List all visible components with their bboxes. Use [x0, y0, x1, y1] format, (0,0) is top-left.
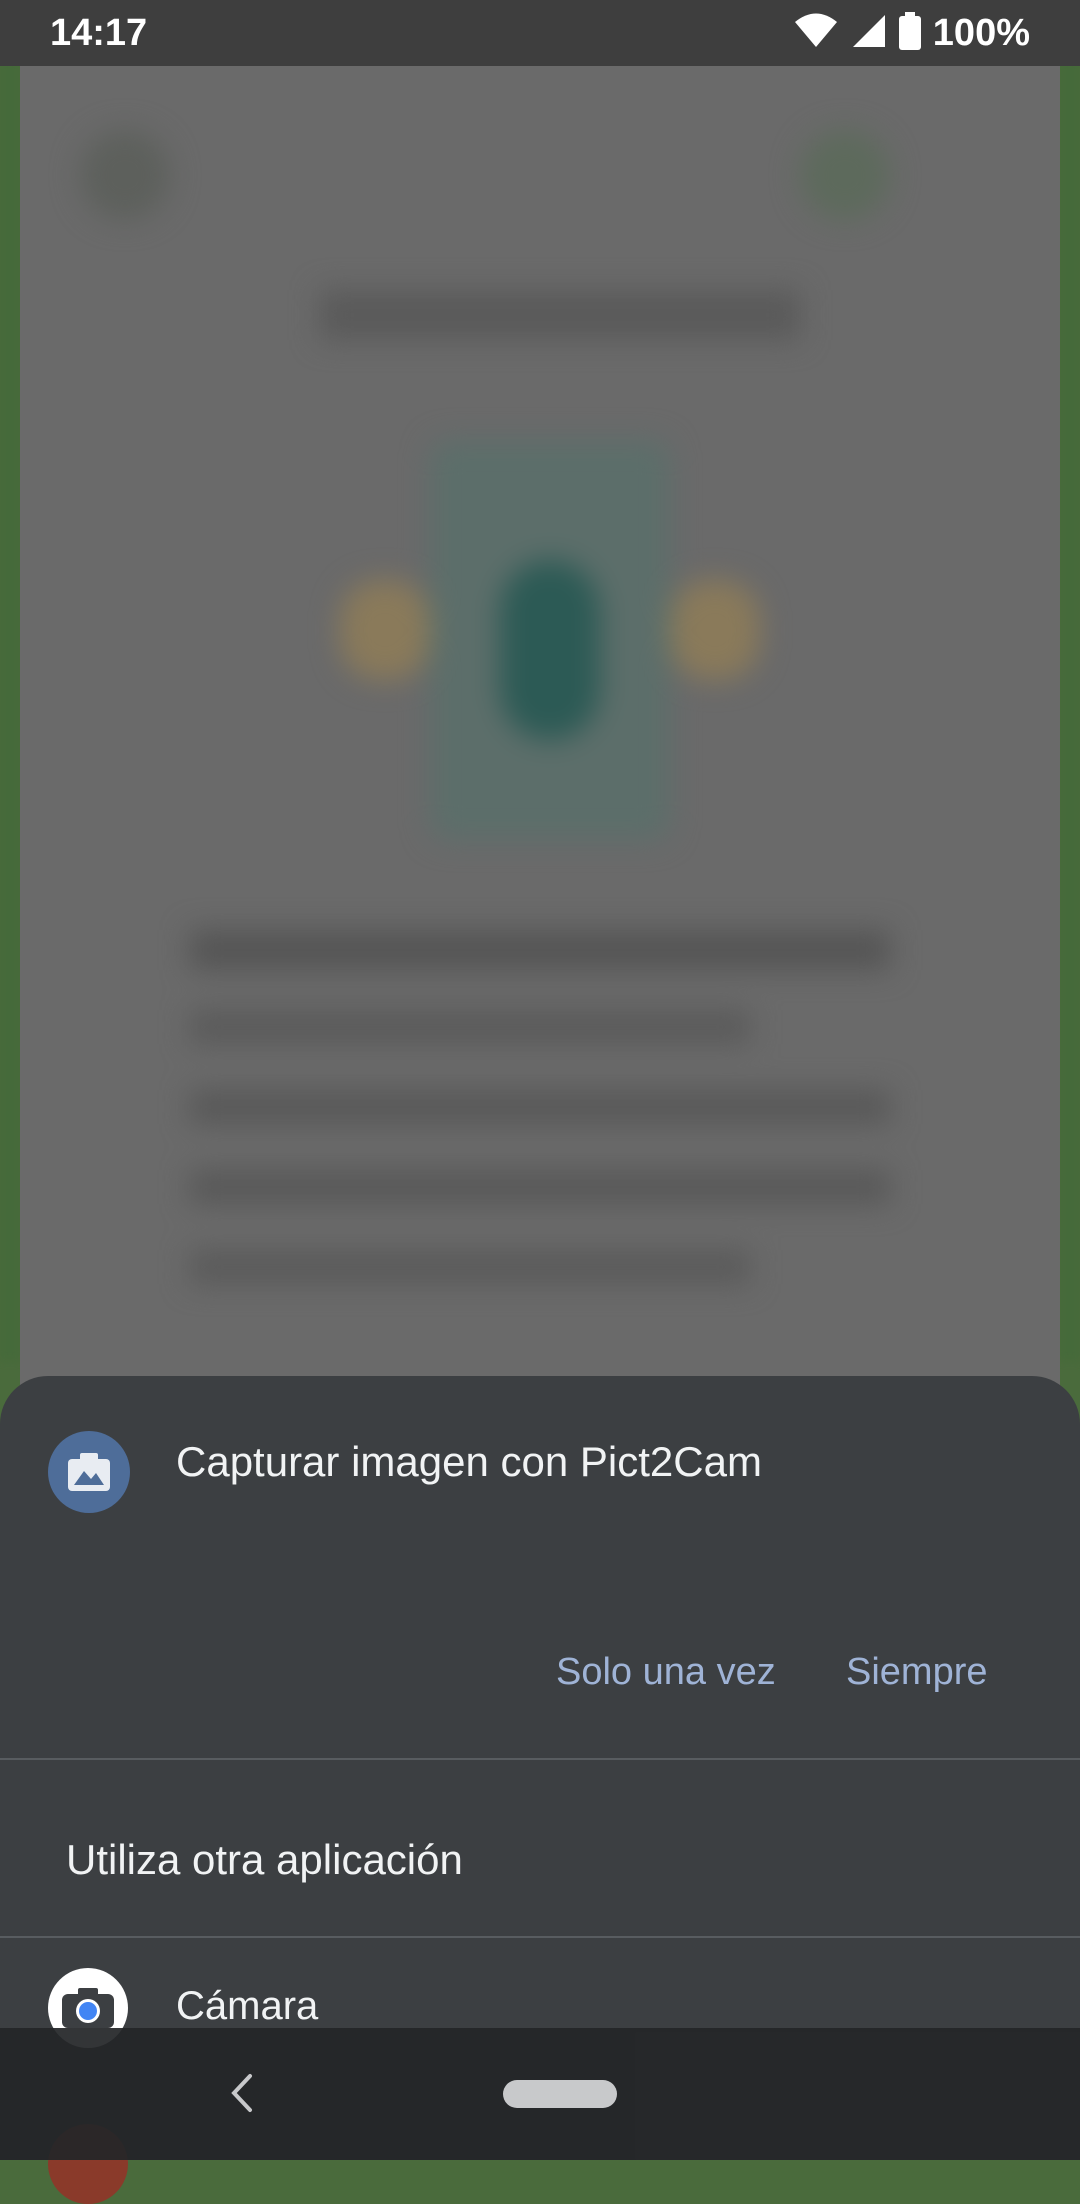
background-edge-left	[0, 60, 20, 1360]
background-edge-right	[1060, 60, 1080, 1360]
divider	[0, 1936, 1080, 1938]
signal-icon	[851, 13, 887, 54]
status-time: 14:17	[50, 12, 148, 54]
other-app-heading: Utiliza otra aplicación	[66, 1836, 463, 1883]
battery-percentage: 100%	[932, 11, 1030, 54]
battery-icon	[898, 11, 921, 55]
app-option-label: Cámara	[176, 1984, 319, 2028]
chooser-title: Capturar imagen con Pict2Cam	[176, 1438, 762, 1485]
divider	[0, 1758, 1080, 1760]
background-app-blurred	[20, 60, 1060, 1400]
wifi-icon	[793, 13, 839, 54]
navigation-bar	[0, 2028, 1080, 2160]
always-button[interactable]: Siempre	[846, 1651, 988, 1694]
back-icon[interactable]	[222, 2068, 262, 2118]
status-icons: 100%	[793, 10, 1030, 56]
just-once-button[interactable]: Solo una vez	[556, 1651, 776, 1694]
home-pill[interactable]	[503, 2080, 617, 2108]
status-bar: 14:17 100%	[0, 0, 1080, 66]
pict2cam-icon	[48, 1431, 130, 1513]
